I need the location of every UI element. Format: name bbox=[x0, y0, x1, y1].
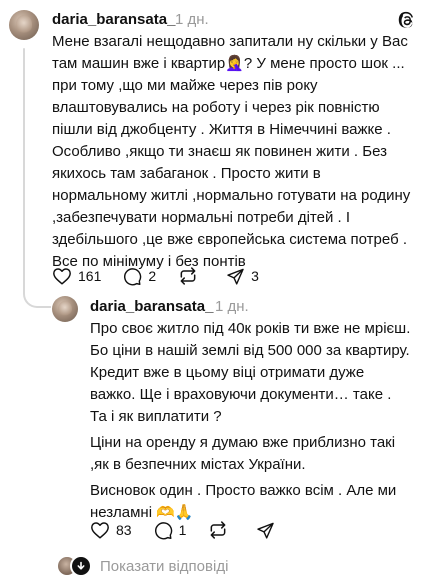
reply-time: 1 дн. bbox=[215, 298, 249, 315]
comment-button[interactable]: 2 bbox=[123, 267, 156, 286]
reply-arrow-icon bbox=[70, 555, 92, 577]
reply-avatar[interactable] bbox=[52, 296, 78, 322]
comment-bubble-icon bbox=[124, 267, 142, 285]
repost-button[interactable] bbox=[178, 266, 204, 286]
reply-comment-count: 1 bbox=[178, 522, 187, 538]
like-count: 161 bbox=[78, 268, 102, 284]
heart-icon bbox=[91, 522, 109, 539]
reply-repost-button[interactable] bbox=[208, 520, 234, 540]
post-actions: 161 2 3 bbox=[52, 266, 281, 286]
show-replies-label: Показати відповіді bbox=[100, 557, 229, 575]
reply-text: Про своє житло під 40к років ти вже не м… bbox=[90, 318, 412, 524]
reply-actions: 83 1 bbox=[90, 520, 303, 540]
reply-paragraph: Висновок один . Просто важко всім . Але … bbox=[90, 482, 397, 521]
share-button[interactable]: 3 bbox=[226, 267, 259, 286]
reply-username[interactable]: daria_baransata_ bbox=[90, 298, 213, 315]
repost-icon bbox=[210, 521, 226, 539]
send-icon bbox=[257, 522, 275, 539]
avatar[interactable] bbox=[9, 10, 39, 40]
post-time: 1 дн. bbox=[175, 11, 209, 28]
thread-connector bbox=[23, 48, 25, 292]
comment-bubble-icon bbox=[154, 521, 172, 539]
reply-like-button[interactable]: 83 bbox=[90, 521, 132, 539]
heart-icon bbox=[53, 268, 71, 285]
like-button[interactable]: 161 bbox=[52, 267, 101, 285]
reply-share-button[interactable] bbox=[256, 521, 281, 540]
reply-comment-button[interactable]: 1 bbox=[154, 521, 187, 540]
show-replies-button[interactable]: Показати відповіді bbox=[56, 555, 228, 577]
reply-paragraph: Про своє житло під 40к років ти вже не м… bbox=[90, 320, 411, 425]
thread-connector-elbow bbox=[23, 290, 51, 308]
reply-paragraph: Ціни на оренду я думаю вже приблизно так… bbox=[90, 434, 396, 473]
comment-count: 2 bbox=[148, 268, 157, 284]
send-icon bbox=[227, 268, 244, 285]
repost-count: 3 bbox=[251, 268, 259, 284]
repost-icon bbox=[180, 267, 196, 285]
reply-like-count: 83 bbox=[116, 522, 132, 538]
post-username[interactable]: daria_baransata_ bbox=[52, 11, 175, 28]
post-text: Мене взагалі нещодавно запитали ну скіль… bbox=[52, 33, 411, 270]
